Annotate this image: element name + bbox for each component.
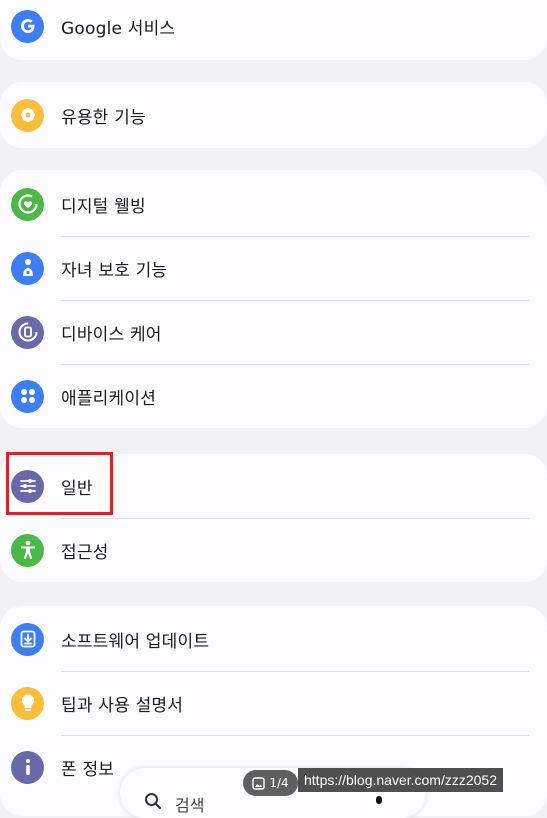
search-label: 검색 [175, 796, 205, 815]
setting-label: 디지털 웰빙 [61, 196, 146, 217]
watermark: https://blog.naver.com/zzz2052 [298, 768, 503, 792]
setting-label: 소프트웨어 업데이트 [61, 631, 210, 652]
setting-label: 유용한 기능 [61, 107, 146, 128]
setting-label: 폰 정보 [61, 759, 115, 780]
setting-label: 디바이스 케어 [61, 324, 162, 345]
child-icon [11, 251, 44, 285]
setting-software-update[interactable]: 소프트웨어 업데이트 [0, 607, 547, 671]
info-icon [11, 750, 44, 784]
heart-ring-icon [11, 187, 44, 221]
setting-label: 애플리케이션 [61, 388, 157, 409]
setting-digital-wellbeing[interactable]: 디지털 웰빙 [0, 172, 547, 236]
search-icon [145, 793, 161, 809]
setting-applications[interactable]: 애플리케이션 [0, 364, 547, 428]
apps-grid-icon [11, 379, 44, 413]
setting-device-care[interactable]: 디바이스 케어 [0, 300, 547, 364]
person-icon [11, 533, 44, 567]
setting-label: 팁과 사용 설명서 [61, 695, 184, 716]
setting-accessibility[interactable]: 접근성 [0, 518, 547, 582]
download-icon [11, 622, 44, 656]
gear-flower-icon [11, 98, 44, 132]
setting-parental-controls[interactable]: 자녀 보호 기능 [0, 236, 547, 300]
setting-label: Google 서비스 [61, 18, 176, 39]
setting-tips-manual[interactable]: 팁과 사용 설명서 [0, 671, 547, 735]
highlight-box [6, 452, 113, 515]
image-icon [252, 776, 266, 790]
device-care-icon [11, 315, 44, 349]
setting-label: 자녀 보호 기능 [61, 260, 168, 281]
page-indicator-text: 1/4 [269, 776, 289, 790]
page-indicator: 1/4 [243, 770, 298, 796]
handle [376, 796, 382, 804]
lightbulb-icon [11, 686, 44, 720]
setting-google-services[interactable]: Google 서비스 [0, 0, 547, 58]
setting-label: 접근성 [61, 542, 109, 563]
google-g-icon [11, 9, 44, 43]
setting-useful-features[interactable]: 유용한 기능 [0, 83, 547, 147]
